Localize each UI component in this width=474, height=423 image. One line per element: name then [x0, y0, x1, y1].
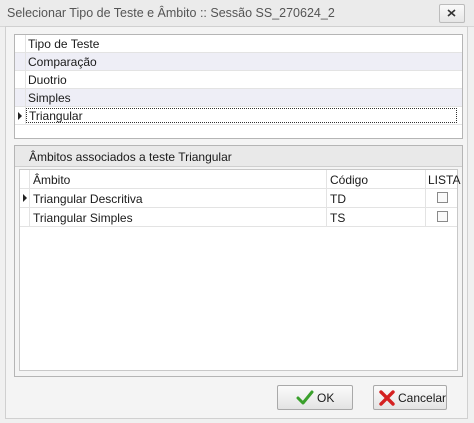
close-button[interactable] — [439, 4, 465, 23]
row-pointer-icon — [23, 194, 27, 202]
lista-column-header[interactable]: LISTA — [426, 170, 460, 188]
close-icon — [447, 9, 456, 17]
ambito-column-header[interactable]: Âmbito — [30, 170, 327, 188]
cancel-button[interactable]: Cancelar — [373, 385, 447, 410]
test-type-row-duotrio[interactable]: Duotrio — [15, 71, 462, 89]
scopes-group: Âmbitos associados a teste Triangular Âm… — [14, 145, 463, 377]
test-type-header: Tipo de Teste — [15, 35, 462, 53]
test-type-label: Simples — [28, 91, 71, 105]
ok-label: OK — [317, 391, 335, 405]
title-bar: Selecionar Tipo de Teste e Âmbito :: Ses… — [0, 0, 474, 27]
ambito-cell: Triangular Simples — [33, 211, 133, 225]
codigo-column-header[interactable]: Código — [327, 170, 426, 188]
scopes-header-row: Âmbito Código LISTA — [20, 170, 460, 189]
test-type-label: Comparação — [28, 55, 97, 69]
codigo-cell: TD — [330, 192, 346, 206]
window-title: Selecionar Tipo de Teste e Âmbito :: Ses… — [7, 6, 335, 20]
row-pointer-icon — [18, 112, 22, 120]
cancel-x-icon — [379, 390, 395, 406]
table-row[interactable]: Triangular Simples TS — [20, 208, 457, 227]
test-type-label: Duotrio — [28, 73, 67, 87]
ok-button[interactable]: OK — [277, 385, 353, 410]
test-type-column-header: Tipo de Teste — [28, 37, 100, 51]
ambito-cell: Triangular Descritiva — [33, 192, 143, 206]
table-row[interactable]: Triangular Descritiva TD — [20, 189, 457, 208]
test-type-row-triangular[interactable]: Triangular — [15, 107, 462, 125]
test-type-grid: Tipo de Teste Comparação Duotrio Simples… — [14, 34, 463, 139]
checkmark-icon — [296, 390, 314, 405]
scopes-grid: Âmbito Código LISTA Triangular Descritiv… — [19, 169, 460, 371]
lista-checkbox[interactable] — [437, 211, 448, 222]
scopes-caption-bar: Âmbitos associados a teste Triangular — [15, 146, 462, 167]
scopes-caption: Âmbitos associados a teste Triangular — [29, 150, 232, 164]
lista-checkbox[interactable] — [437, 192, 448, 203]
cancel-label: Cancelar — [398, 391, 447, 405]
codigo-cell: TS — [330, 211, 346, 225]
test-type-label: Triangular — [26, 108, 457, 123]
test-type-row-comparacao[interactable]: Comparação — [15, 53, 462, 71]
test-type-row-simples[interactable]: Simples — [15, 89, 462, 107]
